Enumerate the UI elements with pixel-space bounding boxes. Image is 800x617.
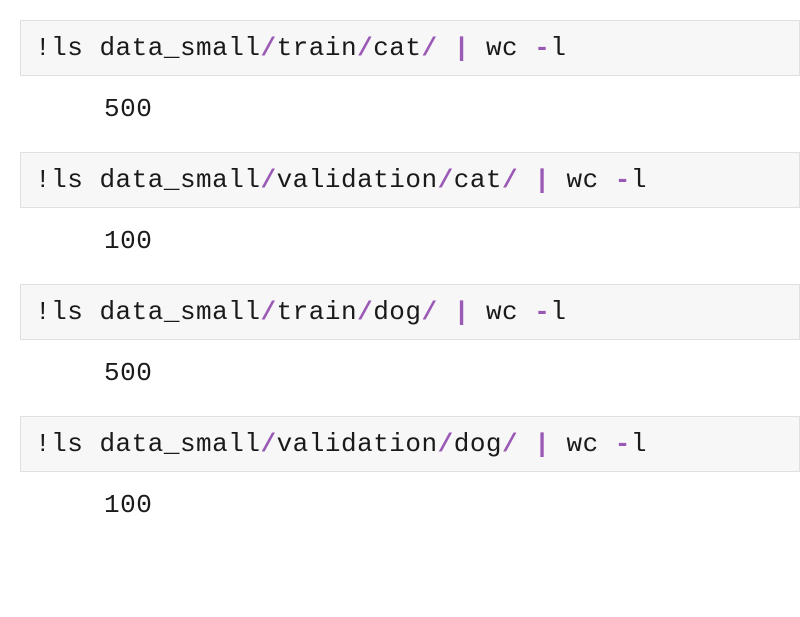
path-segment: cat bbox=[454, 165, 502, 195]
path-separator: / bbox=[260, 33, 276, 63]
flag-dash: - bbox=[615, 165, 631, 195]
shell-bang: ! bbox=[35, 33, 51, 63]
path-separator: / bbox=[422, 297, 438, 327]
path-segment: data_small bbox=[99, 297, 260, 327]
flag-letter: l bbox=[550, 33, 566, 63]
path-separator: / bbox=[422, 33, 438, 63]
path-separator: / bbox=[260, 429, 276, 459]
path-separator: / bbox=[502, 165, 518, 195]
shell-bang: ! bbox=[35, 297, 51, 327]
path-segment: data_small bbox=[99, 33, 260, 63]
notebook-cell: !ls data_small/train/cat/ | wc -l 500 bbox=[20, 20, 800, 152]
path-separator: / bbox=[502, 429, 518, 459]
shell-bang: ! bbox=[35, 165, 51, 195]
flag-letter: l bbox=[631, 165, 647, 195]
command-wc: wc bbox=[486, 297, 518, 327]
code-input[interactable]: !ls data_small/train/dog/ | wc -l bbox=[20, 284, 800, 340]
flag-dash: - bbox=[615, 429, 631, 459]
pipe-operator: | bbox=[534, 429, 550, 459]
pipe-operator: | bbox=[454, 33, 470, 63]
path-segment: train bbox=[277, 297, 358, 327]
path-separator: / bbox=[438, 165, 454, 195]
code-output: 500 bbox=[20, 340, 800, 416]
code-output: 100 bbox=[20, 472, 800, 548]
notebook-cell: !ls data_small/validation/dog/ | wc -l 1… bbox=[20, 416, 800, 548]
path-segment: data_small bbox=[99, 429, 260, 459]
flag-letter: l bbox=[631, 429, 647, 459]
code-output: 500 bbox=[20, 76, 800, 152]
flag-dash: - bbox=[534, 297, 550, 327]
path-segment: train bbox=[277, 33, 358, 63]
path-separator: / bbox=[438, 429, 454, 459]
pipe-operator: | bbox=[454, 297, 470, 327]
code-input[interactable]: !ls data_small/train/cat/ | wc -l bbox=[20, 20, 800, 76]
path-segment: dog bbox=[373, 297, 421, 327]
code-input[interactable]: !ls data_small/validation/cat/ | wc -l bbox=[20, 152, 800, 208]
path-segment: dog bbox=[454, 429, 502, 459]
command-ls: ls bbox=[51, 165, 83, 195]
command-wc: wc bbox=[566, 429, 598, 459]
notebook-cell: !ls data_small/train/dog/ | wc -l 500 bbox=[20, 284, 800, 416]
flag-letter: l bbox=[550, 297, 566, 327]
path-segment: data_small bbox=[99, 165, 260, 195]
flag-dash: - bbox=[534, 33, 550, 63]
command-ls: ls bbox=[51, 33, 83, 63]
path-separator: / bbox=[357, 297, 373, 327]
command-ls: ls bbox=[51, 429, 83, 459]
path-separator: / bbox=[260, 165, 276, 195]
path-separator: / bbox=[357, 33, 373, 63]
path-segment: validation bbox=[277, 429, 438, 459]
command-wc: wc bbox=[486, 33, 518, 63]
command-wc: wc bbox=[566, 165, 598, 195]
code-output: 100 bbox=[20, 208, 800, 284]
path-segment: validation bbox=[277, 165, 438, 195]
shell-bang: ! bbox=[35, 429, 51, 459]
path-separator: / bbox=[260, 297, 276, 327]
code-input[interactable]: !ls data_small/validation/dog/ | wc -l bbox=[20, 416, 800, 472]
path-segment: cat bbox=[373, 33, 421, 63]
command-ls: ls bbox=[51, 297, 83, 327]
notebook-cell: !ls data_small/validation/cat/ | wc -l 1… bbox=[20, 152, 800, 284]
pipe-operator: | bbox=[534, 165, 550, 195]
